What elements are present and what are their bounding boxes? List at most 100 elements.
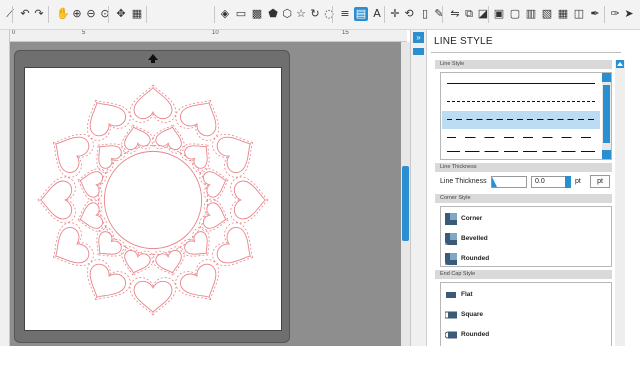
panel-scrollbar[interactable] bbox=[615, 60, 625, 346]
corner-option[interactable]: Corner bbox=[445, 209, 482, 227]
workspace-scrollbar[interactable] bbox=[401, 42, 410, 346]
link-icon[interactable]: ⧉ bbox=[462, 7, 476, 21]
zoom-out-icon[interactable]: ⊖ bbox=[84, 7, 98, 21]
pen-icon[interactable]: ✎ bbox=[432, 7, 446, 21]
line-color-icon[interactable]: ≡ bbox=[338, 7, 352, 21]
slider-handle[interactable] bbox=[492, 177, 497, 187]
strip-up-icon[interactable] bbox=[413, 48, 424, 55]
inner-heart[interactable] bbox=[198, 164, 233, 203]
scroll-down-icon[interactable] bbox=[602, 150, 611, 159]
inner-solid-ring[interactable] bbox=[103, 150, 203, 250]
heart-outline[interactable] bbox=[202, 168, 229, 199]
pentagon-icon[interactable]: ⬟ bbox=[266, 7, 280, 21]
thickness-spinner[interactable] bbox=[565, 176, 571, 188]
line-style-scrollbar[interactable] bbox=[602, 73, 611, 159]
text-icon[interactable]: A bbox=[370, 7, 384, 21]
grid-icon[interactable]: ▦ bbox=[130, 7, 144, 21]
scroll-up-icon[interactable] bbox=[616, 60, 624, 68]
zoom-fit-icon[interactable]: ⊙ bbox=[98, 7, 112, 21]
rotate-icon[interactable]: ⟲ bbox=[402, 7, 416, 21]
inner-heart[interactable] bbox=[73, 164, 108, 203]
spiral-icon[interactable]: ↻ bbox=[308, 7, 322, 21]
heart-outline[interactable] bbox=[77, 168, 104, 199]
inner-heart[interactable] bbox=[117, 245, 156, 280]
inner-heart[interactable] bbox=[198, 197, 233, 236]
heart-outline[interactable] bbox=[154, 124, 185, 151]
pan-hand-icon[interactable]: ✋ bbox=[56, 7, 70, 21]
heart-outline[interactable] bbox=[121, 124, 152, 151]
outer-heart[interactable] bbox=[129, 83, 177, 123]
inner-heart[interactable] bbox=[150, 120, 189, 155]
crosshair-icon[interactable]: ✛ bbox=[388, 7, 402, 21]
inner-heart[interactable] bbox=[150, 245, 189, 280]
scrollbar-thumb[interactable] bbox=[402, 166, 409, 241]
eraser-icon[interactable]: ◈ bbox=[218, 7, 232, 21]
expand-panel-icon[interactable]: » bbox=[413, 32, 424, 43]
inner-heart[interactable] bbox=[117, 120, 156, 155]
mirror-icon[interactable]: ⇋ bbox=[448, 7, 462, 21]
grid-view-icon[interactable]: ▦ bbox=[556, 7, 570, 21]
line-style-option[interactable] bbox=[442, 129, 600, 147]
outer-heart[interactable] bbox=[230, 176, 270, 224]
knife-icon[interactable]: ⟋ bbox=[3, 7, 17, 21]
heart-outline[interactable] bbox=[121, 249, 152, 276]
fill-icon[interactable]: ▭ bbox=[234, 7, 248, 21]
line-thickness-slider[interactable] bbox=[491, 176, 527, 188]
cap-flat-icon bbox=[445, 288, 457, 300]
design-page[interactable] bbox=[24, 67, 282, 331]
end-cap-option[interactable]: Flat bbox=[445, 285, 473, 303]
inner-heart[interactable] bbox=[73, 197, 108, 236]
bottom-blank-area bbox=[0, 346, 640, 386]
hexagon-icon[interactable]: ⬡ bbox=[280, 7, 294, 21]
library-icon[interactable]: ◫ bbox=[572, 7, 586, 21]
unit-toggle-button[interactable]: pt bbox=[590, 175, 610, 188]
corner-option[interactable]: Bevelled bbox=[445, 229, 488, 247]
end-cap-label: Square bbox=[461, 310, 484, 318]
panel-side-strip: » bbox=[410, 30, 426, 346]
end-cap-option[interactable]: Rounded bbox=[444, 325, 490, 343]
corner-label: Rounded bbox=[461, 254, 490, 262]
section-header-end-cap-style: End Cap Style bbox=[435, 270, 612, 279]
line-style-icon[interactable]: ▤ bbox=[354, 7, 368, 21]
sketch-icon[interactable]: ✒ bbox=[588, 7, 602, 21]
pen-tool-icon[interactable]: ✑ bbox=[608, 7, 622, 21]
move-icon[interactable]: ✥ bbox=[114, 7, 128, 21]
toolbar-separator bbox=[332, 6, 333, 23]
redo-icon[interactable]: ↷ bbox=[32, 7, 46, 21]
layers-icon[interactable]: ▧ bbox=[540, 7, 554, 21]
send-icon[interactable]: ➤ bbox=[622, 7, 636, 21]
shape-icon[interactable]: ◌ bbox=[322, 7, 336, 21]
line-style-option[interactable] bbox=[442, 93, 600, 111]
pattern-icon[interactable]: ▩ bbox=[250, 7, 264, 21]
ruler-mark: 15 bbox=[342, 30, 349, 36]
outer-heart[interactable] bbox=[129, 277, 177, 317]
heart-outline[interactable] bbox=[77, 201, 104, 232]
line-style-option-selected[interactable] bbox=[442, 111, 600, 129]
scrollbar-thumb[interactable] bbox=[603, 85, 610, 143]
heart-outline[interactable] bbox=[202, 201, 229, 232]
corner-miter-icon bbox=[445, 212, 457, 225]
line-style-list[interactable] bbox=[440, 72, 612, 160]
end-cap-label: Rounded bbox=[461, 330, 490, 338]
inner-dashed-ring[interactable] bbox=[97, 144, 209, 256]
line-style-option[interactable] bbox=[442, 75, 600, 93]
line-thickness-input[interactable]: 0.0 bbox=[531, 176, 569, 188]
zoom-in-icon[interactable]: ⊕ bbox=[70, 7, 84, 21]
offset-icon[interactable]: ▢ bbox=[508, 7, 522, 21]
line-style-option[interactable] bbox=[442, 147, 600, 159]
end-cap-list: Flat Square Rounded bbox=[440, 282, 612, 346]
inner-heart[interactable] bbox=[86, 224, 128, 266]
scroll-up-icon[interactable] bbox=[602, 73, 611, 82]
end-cap-option[interactable]: Square bbox=[444, 305, 484, 323]
undo-icon[interactable]: ↶ bbox=[18, 7, 32, 21]
page-icon[interactable]: ▯ bbox=[418, 7, 432, 21]
star-icon[interactable]: ☆ bbox=[294, 7, 308, 21]
outer-heart[interactable] bbox=[36, 176, 76, 224]
image-icon[interactable]: ▣ bbox=[492, 7, 506, 21]
design-workspace[interactable] bbox=[10, 42, 410, 346]
replicate-icon[interactable]: ▥ bbox=[524, 7, 538, 21]
main-toolbar: ⟋ ↶ ↷ ✋ ⊕ ⊖ ⊙ ✥ ▦ ◈ ▭ ▩ ⬟ ⬡ ☆ ↻ ◌ ≡ ▤ A ✛ ⟲ ▯ ✎ ⇋ ⧉ ◪ ▣ ▢ ▥ ▧ ▦ ◫ ✒ ✑ ➤ bbox=[0, 0, 640, 30]
corner-option[interactable]: Rounded bbox=[445, 249, 489, 267]
heart-outline[interactable] bbox=[154, 249, 185, 276]
heart-wreath-design[interactable] bbox=[25, 68, 281, 330]
